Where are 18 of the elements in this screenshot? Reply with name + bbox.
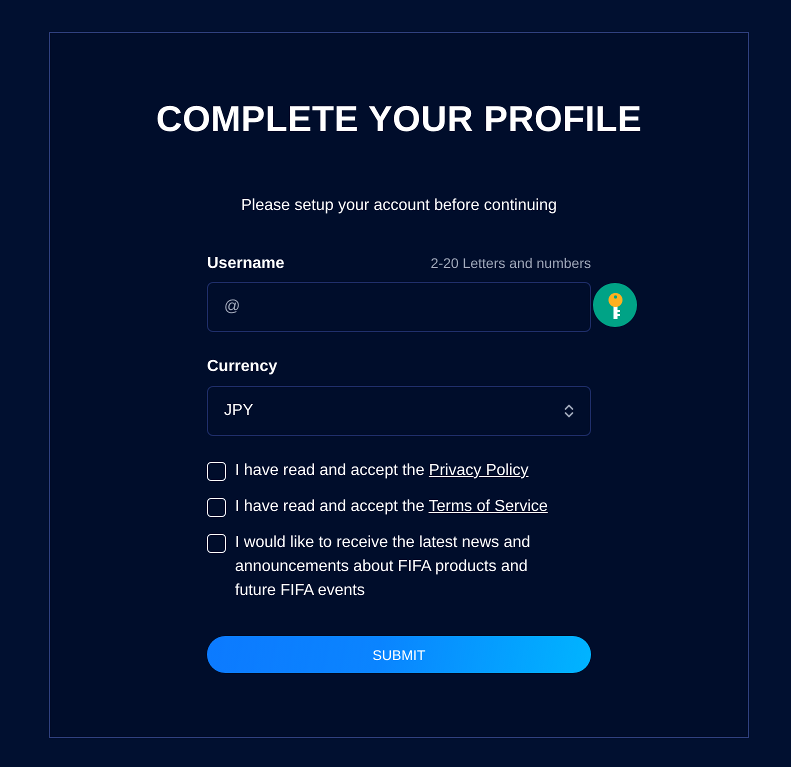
username-field[interactable]: @ — [207, 282, 591, 332]
submit-button[interactable]: SUBMIT — [207, 636, 591, 673]
checkbox[interactable] — [207, 498, 226, 517]
currency-select[interactable]: JPY — [207, 386, 591, 436]
consent-text: I have read and accept the Privacy Policy — [235, 461, 528, 481]
checkbox[interactable] — [207, 534, 226, 553]
page-title: COMPLETE YOUR PROFILE — [156, 97, 642, 141]
username-label: Username — [207, 254, 284, 274]
key-icon[interactable] — [593, 283, 637, 327]
username-hint: 2-20 Letters and numbers — [430, 254, 591, 273]
consent-text: I have read and accept the Terms of Service — [235, 497, 548, 517]
document-link[interactable]: Privacy Policy — [428, 462, 528, 479]
subtitle-text: Please setup your account before continuing — [241, 196, 557, 216]
document-link[interactable]: Terms of Service — [428, 498, 548, 515]
currency-label: Currency — [207, 357, 278, 377]
consent-text: I would like to receive the latest news and announcements about FIFA products and future FIFA events — [235, 533, 532, 601]
chevron-up-down-icon — [564, 403, 574, 419]
checkbox[interactable] — [207, 462, 226, 481]
